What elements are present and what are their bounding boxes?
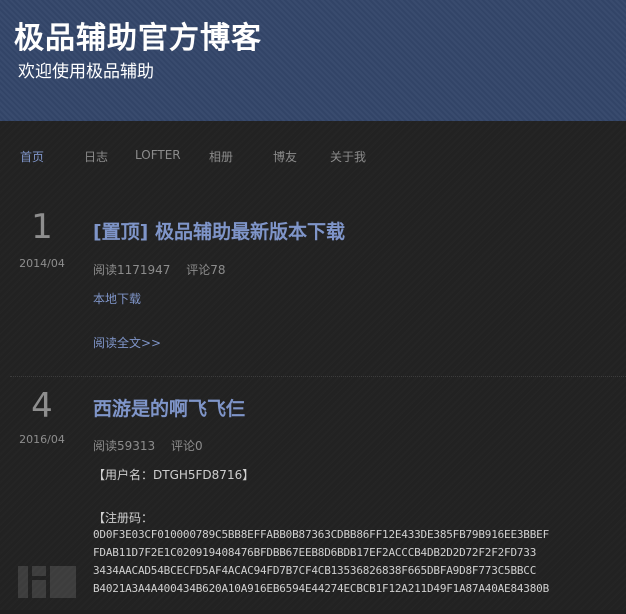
watermark-logo — [14, 558, 84, 604]
username-line: 【用户名：DTGH5FD8716】 — [93, 468, 255, 482]
watermark-icon — [18, 566, 76, 598]
post-comment-count[interactable]: 评论0 — [171, 439, 203, 453]
read-more-link[interactable]: 阅读全文>> — [93, 334, 161, 351]
post-date-month: 2014/04 — [19, 257, 65, 270]
nav-item-album[interactable]: 相册 — [209, 148, 233, 165]
site-title[interactable]: 极品辅助官方博客 — [14, 13, 262, 57]
local-download-link[interactable]: 本地下载 — [93, 290, 141, 307]
post-meta: 阅读1171947 评论78 — [93, 261, 238, 278]
post-meta: 阅读59313 评论0 — [93, 437, 215, 454]
blog-header: 极品辅助官方博客 欢迎使用极品辅助 — [0, 0, 626, 121]
post-comment-count[interactable]: 评论78 — [186, 263, 225, 277]
post-date-month: 2016/04 — [19, 433, 65, 446]
regcode-line: 3434AACAD54BCECFD5AF4ACAC94FD7B7CF4CB135… — [93, 564, 537, 577]
nav-item-lofter[interactable]: LOFTER — [135, 148, 181, 162]
nav-bar: 首页 日志 LOFTER 相册 博友 关于我 — [0, 148, 626, 168]
regcode-line: 0D0F3E03CF010000789C5BB8EFFABB0B87363CDB… — [93, 528, 550, 541]
regcode-line: FDAB11D7F2E1C020919408476BFDBB67EEB8D6BD… — [93, 546, 537, 559]
regcode-block: 0D0F3E03CF010000789C5BB8EFFABB0B87363CDB… — [93, 526, 623, 598]
regcode-label: 【注册码： — [93, 511, 154, 525]
main-content: 首页 日志 LOFTER 相册 博友 关于我 1 2014/04 [置顶] 极品… — [0, 121, 626, 610]
nav-item-friends[interactable]: 博友 — [273, 148, 297, 165]
post-title[interactable]: [置顶] 极品辅助最新版本下载 — [93, 217, 345, 244]
post-date-day: 1 — [31, 207, 53, 247]
post-read-count: 阅读59313 — [93, 439, 156, 453]
site-subtitle: 欢迎使用极品辅助 — [18, 62, 154, 82]
nav-item-blog[interactable]: 日志 — [84, 148, 108, 165]
nav-item-home[interactable]: 首页 — [20, 148, 44, 165]
post-date-day: 4 — [31, 386, 53, 426]
post-read-count: 阅读1171947 — [93, 263, 171, 277]
nav-item-about[interactable]: 关于我 — [330, 148, 366, 165]
regcode-line: B4021A3A4A400434B620A10A916EB6594E44274E… — [93, 582, 550, 595]
post-title[interactable]: 西游是的啊飞飞仨 — [93, 394, 245, 421]
post-divider — [10, 376, 626, 377]
